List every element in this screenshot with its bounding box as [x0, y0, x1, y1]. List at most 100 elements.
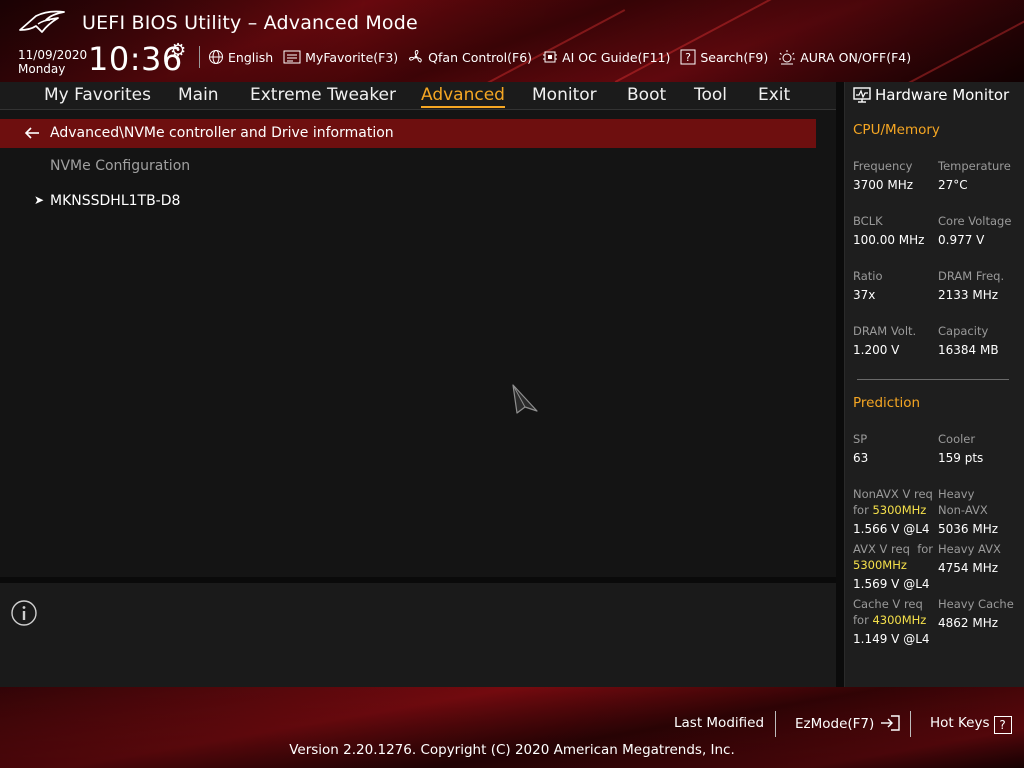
hot-keys-button[interactable]: Hot Keys?: [930, 715, 1012, 734]
tab-main[interactable]: Main: [178, 85, 219, 105]
chip-icon: [543, 51, 558, 63]
info-icon: [11, 600, 37, 626]
mouse-cursor-icon: [512, 384, 538, 414]
nonavx-req-for-line: for 5300MHz: [853, 502, 933, 518]
avx-freq-highlight: 5300MHz: [853, 558, 907, 572]
panel-divider: [836, 82, 844, 687]
heavy-avx-value: 4754 MHz: [938, 561, 999, 575]
breadcrumb[interactable]: Advanced\NVMe controller and Drive infor…: [0, 119, 816, 148]
gear-icon[interactable]: ⚙: [170, 40, 186, 61]
tab-my-favorites[interactable]: My Favorites: [44, 85, 151, 105]
monitor-icon: [853, 87, 871, 103]
version-text: Version 2.20.1276. Copyright (C) 2020 Am…: [289, 742, 735, 758]
heavy-cache-label: Heavy Cache: [938, 597, 1014, 611]
temperature-label: Temperature: [938, 159, 1011, 173]
footer-divider: [775, 711, 776, 737]
cpu-memory-section-title: CPU/Memory: [853, 122, 940, 138]
dram-volt-value: 1.200 V: [853, 343, 900, 357]
bclk-label: BCLK: [853, 214, 883, 228]
dram-freq-label: DRAM Freq.: [938, 269, 1005, 283]
tab-boot[interactable]: Boot: [627, 85, 666, 105]
sp-value: 63: [853, 451, 869, 465]
cache-freq-highlight: 4300MHz: [872, 613, 927, 627]
drive-item[interactable]: ➤ MKNSSDHL1TB-D8: [30, 191, 816, 213]
hw-section-divider: [857, 379, 1009, 380]
search-label: Search(F9): [700, 49, 769, 65]
avx-req-label: AVX V req for 5300MHz: [853, 541, 933, 573]
cache-req-for-line: for 4300MHz: [853, 612, 926, 628]
bclk-value: 100.00 MHz: [853, 233, 925, 247]
svg-text:?: ?: [685, 51, 691, 64]
favorite-list-icon: [283, 50, 301, 64]
nonavx-req-label: NonAVX V req for 5300MHz: [853, 486, 933, 518]
help-panel: [0, 583, 836, 687]
language-label: English: [228, 49, 274, 65]
main-menu-bar: My Favorites Main Extreme Tweaker Advanc…: [0, 82, 836, 110]
hardware-monitor-title: Hardware Monitor: [853, 86, 1009, 104]
globe-icon: [209, 50, 223, 64]
app-title: UEFI BIOS Utility – Advanced Mode: [82, 12, 418, 34]
nvme-config-label: NVMe Configuration: [50, 158, 191, 174]
tab-tool[interactable]: Tool: [694, 85, 727, 105]
ratio-label: Ratio: [853, 269, 883, 283]
tab-exit[interactable]: Exit: [758, 85, 790, 105]
heavy-avx-label: Heavy AVX: [938, 542, 1001, 556]
cache-req-label: Cache V req for 4300MHz: [853, 596, 926, 628]
dram-freq-value: 2133 MHz: [938, 288, 999, 302]
core-voltage-value: 0.977 V: [938, 233, 985, 247]
qfan-control-button[interactable]: Qfan Control(F6): [408, 49, 532, 65]
heavy-nonavx-line2: Non-AVX: [938, 503, 988, 517]
rog-logo-icon: [19, 10, 65, 33]
frequency-label: Frequency: [853, 159, 913, 173]
core-voltage-label: Core Voltage: [938, 214, 1012, 228]
temperature-value: 27°C: [938, 178, 968, 192]
capacity-label: Capacity: [938, 324, 989, 338]
dram-volt-label: DRAM Volt.: [853, 324, 917, 338]
drive-label: MKNSSDHL1TB-D8: [50, 193, 181, 209]
qfan-label: Qfan Control(F6): [428, 49, 533, 65]
fan-icon: [409, 49, 422, 63]
search-button[interactable]: ? Search(F9): [680, 49, 768, 65]
ratio-value: 37x: [853, 288, 876, 302]
aura-label: AURA ON/OFF(F4): [800, 49, 912, 65]
avx-req-title-line: AVX V req for: [853, 541, 933, 557]
tab-extreme-tweaker[interactable]: Extreme Tweaker: [250, 85, 396, 105]
tab-monitor[interactable]: Monitor: [532, 85, 597, 105]
cache-for-word: for: [853, 613, 869, 627]
header-bar: UEFI BIOS Utility – Advanced Mode 11/09/…: [0, 0, 1024, 82]
ezmode-button[interactable]: EzMode(F7): [795, 715, 901, 732]
nonavx-for-word: for: [853, 503, 869, 517]
exit-to-ezmode-icon: [880, 715, 900, 731]
tab-advanced[interactable]: Advanced: [421, 85, 505, 108]
cache-req-value: 1.149 V @L4: [853, 632, 930, 646]
heavy-nonavx-line1: Heavy: [938, 487, 975, 501]
myfavorite-label: MyFavorite(F3): [305, 49, 399, 65]
toolbar: English MyFavorite(F3) Qfan Control(F6): [208, 46, 921, 68]
nonavx-req-title: NonAVX V req: [853, 487, 933, 501]
question-icon: ?: [993, 716, 1012, 734]
day-text: Monday: [18, 62, 66, 76]
date-display: 11/09/2020 Monday: [18, 48, 87, 76]
heavy-nonavx-label: Heavy Non-AVX: [938, 486, 988, 518]
header-divider: [199, 46, 200, 68]
capacity-value: 16384 MB: [938, 343, 999, 357]
ai-oc-label: AI OC Guide(F11): [562, 49, 671, 65]
ai-oc-guide-button[interactable]: AI OC Guide(F11): [542, 49, 670, 65]
language-button[interactable]: English: [208, 49, 273, 65]
heavy-cache-value: 4862 MHz: [938, 616, 999, 630]
prediction-section-title: Prediction: [853, 395, 921, 411]
sp-label: SP: [853, 432, 868, 446]
hardware-monitor-label: Hardware Monitor: [875, 86, 1010, 104]
cache-req-title: Cache V req: [853, 597, 923, 611]
aura-toggle-button[interactable]: AURA ON/OFF(F4): [778, 49, 911, 65]
frequency-value: 3700 MHz: [853, 178, 914, 192]
light-icon: [779, 50, 796, 65]
avx-req-value: 1.569 V @L4: [853, 577, 930, 591]
footer-bar: Last Modified EzMode(F7) Hot Keys? Versi…: [0, 687, 1024, 768]
nonavx-req-value: 1.566 V @L4: [853, 522, 930, 536]
question-icon: ?: [680, 49, 696, 65]
myfavorite-button[interactable]: MyFavorite(F3): [283, 50, 398, 65]
last-modified-button[interactable]: Last Modified: [674, 715, 764, 731]
back-arrow-icon[interactable]: [24, 126, 40, 140]
footer-divider: [910, 711, 911, 737]
